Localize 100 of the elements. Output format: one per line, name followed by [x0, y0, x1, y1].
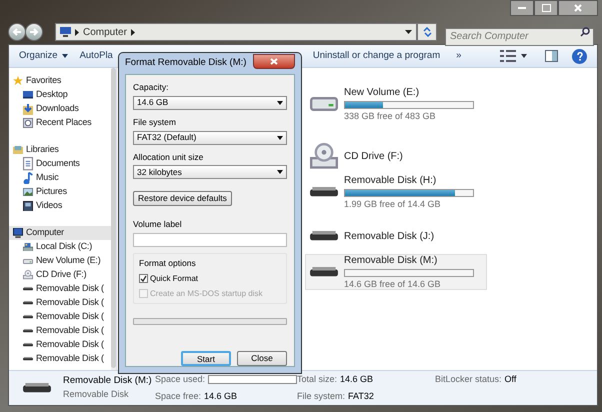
removable-drive-icon: [23, 287, 33, 291]
drive-tile[interactable]: Removable Disk (M:) 14.6 GB free of 14.6 GB: [305, 254, 487, 290]
removable-drive-icon: [23, 329, 33, 333]
nav-item[interactable]: Favorites: [9, 74, 111, 88]
field-value: Off: [504, 373, 516, 386]
toolbar-button[interactable]: Uninstall or change a program: [312, 48, 440, 64]
removable-drive-icon: [23, 301, 33, 305]
nav-item[interactable]: Computer: [9, 226, 111, 240]
nav-item[interactable]: Music: [9, 171, 111, 185]
maximize-button[interactable]: [534, 0, 558, 16]
free-space-text: 338 GB free of 483 GB: [344, 110, 437, 123]
removable-drive-icon: [310, 231, 338, 241]
drive-tile[interactable]: Removable Disk (J:): [305, 218, 487, 254]
help-button[interactable]: [572, 48, 587, 64]
dropdown-caret-icon[interactable]: [405, 30, 412, 34]
back-button[interactable]: [8, 23, 26, 41]
nav-item[interactable]: Removable Disk (: [9, 324, 111, 338]
drive-tile[interactable]: Removable Disk (H:) 1.99 GB free of 14.4 GB: [305, 174, 487, 210]
nav-item[interactable]: Local Disk (C:): [9, 240, 111, 254]
dropdown[interactable]: 32 kilobytes: [133, 165, 287, 180]
field-label: File system: [133, 116, 177, 128]
removable-drive-icon: [310, 187, 338, 197]
checkbox[interactable]: [139, 274, 148, 284]
address-bar[interactable]: Computer: [55, 23, 417, 41]
desktop-icon: [23, 91, 33, 99]
nav-item[interactable]: Pictures: [9, 185, 111, 199]
star-icon: [13, 76, 23, 86]
nav-item[interactable]: Recent Places: [9, 116, 111, 130]
close-button[interactable]: [558, 0, 598, 16]
nav-item[interactable]: Libraries: [9, 143, 111, 157]
drive-name: CD Drive (F:): [344, 150, 404, 164]
scrollbar[interactable]: [111, 68, 116, 370]
forward-arrow-icon: [29, 28, 39, 36]
field-label: Space used:: [155, 373, 206, 386]
removable-drive-icon: [23, 383, 51, 393]
drive-name: Removable Disk (M:): [344, 254, 438, 268]
free-space-text: 1.99 GB free of 14.4 GB: [344, 198, 442, 211]
preview-pane-button[interactable]: [543, 50, 560, 62]
nav-item[interactable]: Removable Disk (: [9, 282, 111, 296]
nav-item[interactable]: Documents: [9, 157, 111, 171]
dropdown[interactable]: 14.6 GB: [133, 96, 287, 110]
folder-download-icon: [23, 104, 33, 114]
checkmark-icon: [140, 275, 147, 282]
breadcrumb-item[interactable]: Computer: [83, 24, 127, 40]
computer-icon: [60, 27, 71, 37]
drive-tile[interactable]: CD Drive (F:): [305, 138, 487, 174]
back-arrow-icon: [12, 28, 22, 36]
nav-item[interactable]: Removable Disk (: [9, 352, 111, 366]
nav-item[interactable]: New Volume (E:): [9, 254, 111, 268]
caret-icon: [277, 136, 283, 140]
field-label: Allocation unit size: [133, 150, 204, 164]
refresh-button[interactable]: [417, 23, 437, 41]
film-icon: [23, 200, 33, 212]
dialog-button[interactable]: Start: [181, 350, 231, 366]
drive-name: Removable Disk (J:): [344, 230, 436, 244]
search-icon: [580, 27, 590, 37]
close-icon: [270, 58, 278, 64]
removable-drive-icon: [23, 357, 33, 361]
caret-icon: [62, 54, 68, 58]
nav-item[interactable]: Videos: [9, 199, 111, 213]
toolbar-button[interactable]: AutoPla: [80, 48, 113, 64]
preview-pane-icon: [545, 50, 558, 62]
removable-drive-icon: [23, 343, 33, 347]
dialog-close-button[interactable]: [253, 54, 295, 68]
music-note-icon: [23, 172, 33, 184]
nav-item[interactable]: Removable Disk (: [9, 310, 111, 324]
field-value: 14.6 GB: [204, 390, 238, 402]
forward-button[interactable]: [25, 23, 43, 41]
checkbox-label[interactable]: Quick Format: [150, 272, 198, 285]
toolbar-button[interactable]: »: [456, 48, 462, 64]
dialog-button[interactable]: Close: [237, 350, 287, 366]
help-icon: [576, 52, 582, 60]
dropdown[interactable]: FAT32 (Default): [133, 130, 287, 144]
search-field[interactable]: Search Computer: [445, 28, 594, 46]
nav-item[interactable]: Removable Disk (: [9, 338, 111, 352]
cd-drive-icon: [310, 143, 338, 169]
caret-icon: [521, 54, 527, 58]
drive-name: New Volume (E:): [344, 86, 420, 100]
dialog-title: Format Removable Disk (M:): [125, 56, 246, 70]
removable-drive-icon: [23, 315, 33, 319]
minimize-button[interactable]: [510, 0, 534, 16]
chevron-icon: [75, 28, 79, 36]
picture-icon: [23, 188, 33, 196]
volume-label-field[interactable]: [133, 233, 287, 247]
drive-name: Removable Disk (M:): [63, 374, 149, 388]
drive-type: Removable Disk: [63, 388, 130, 402]
field-label: BitLocker status:: [435, 373, 502, 386]
field-label: Volume label: [133, 218, 183, 231]
nav-item[interactable]: Removable Disk (: [9, 296, 111, 310]
field-label: Space free:: [155, 390, 202, 403]
close-icon: [574, 4, 582, 12]
toolbar-button[interactable]: Organize: [19, 48, 68, 64]
nav-item[interactable]: Downloads: [9, 102, 111, 116]
free-space-text: 14.6 GB free of 14.6 GB: [344, 278, 442, 291]
nav-item[interactable]: CD Drive (F:): [9, 268, 111, 282]
drive-tile[interactable]: New Volume (E:) 338 GB free of 483 GB: [305, 86, 487, 122]
field-label: Capacity:: [133, 81, 170, 94]
maximize-icon: [542, 4, 550, 12]
nav-item[interactable]: Desktop: [9, 88, 111, 102]
restore-defaults-button[interactable]: Restore device defaults: [133, 191, 232, 206]
